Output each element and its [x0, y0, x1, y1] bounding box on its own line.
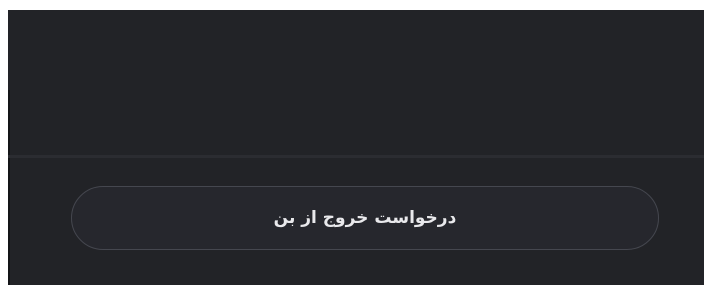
footer-actions: درخواست خروج از بن	[8, 158, 704, 285]
app-panel: درخواست خروج از بن	[8, 10, 704, 285]
content-area	[8, 10, 704, 155]
leave-request-button[interactable]: درخواست خروج از بن	[71, 186, 659, 250]
leave-request-label: درخواست خروج از بن	[273, 208, 457, 228]
